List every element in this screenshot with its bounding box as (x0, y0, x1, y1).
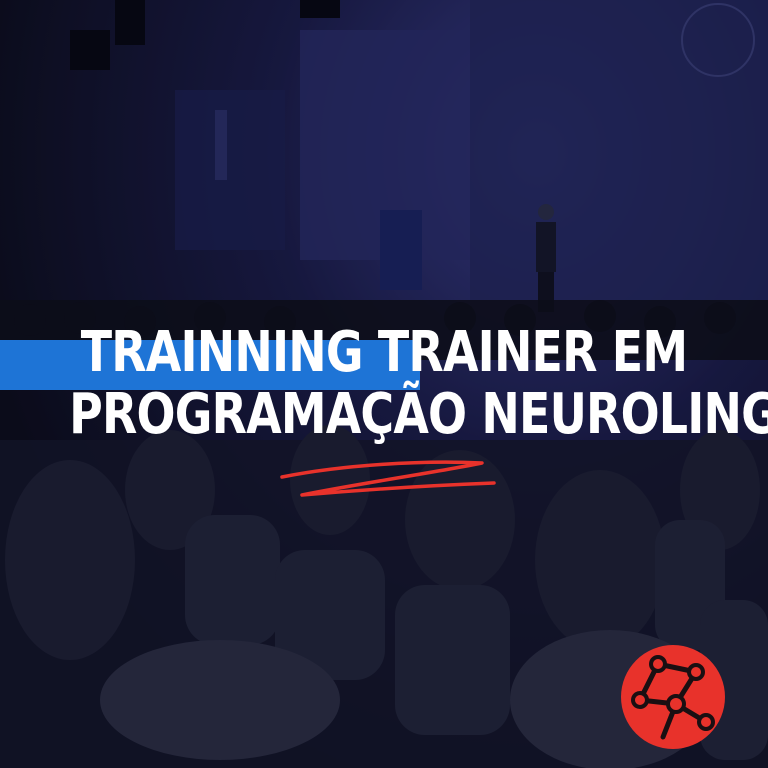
headline-line-2: PROGRAMAÇÃO NEUROLINGUÍSTICA (69, 382, 768, 447)
globe-network-logo-icon (621, 645, 725, 749)
headline-line-1: TRAINNING TRAINER EM (80, 320, 688, 385)
poster: TRAINNING TRAINER EM PROGRAMAÇÃO NEUROLI… (0, 0, 768, 768)
red-scribble-underline (280, 460, 496, 497)
headline: TRAINNING TRAINER EM PROGRAMAÇÃO NEUROLI… (69, 320, 768, 447)
